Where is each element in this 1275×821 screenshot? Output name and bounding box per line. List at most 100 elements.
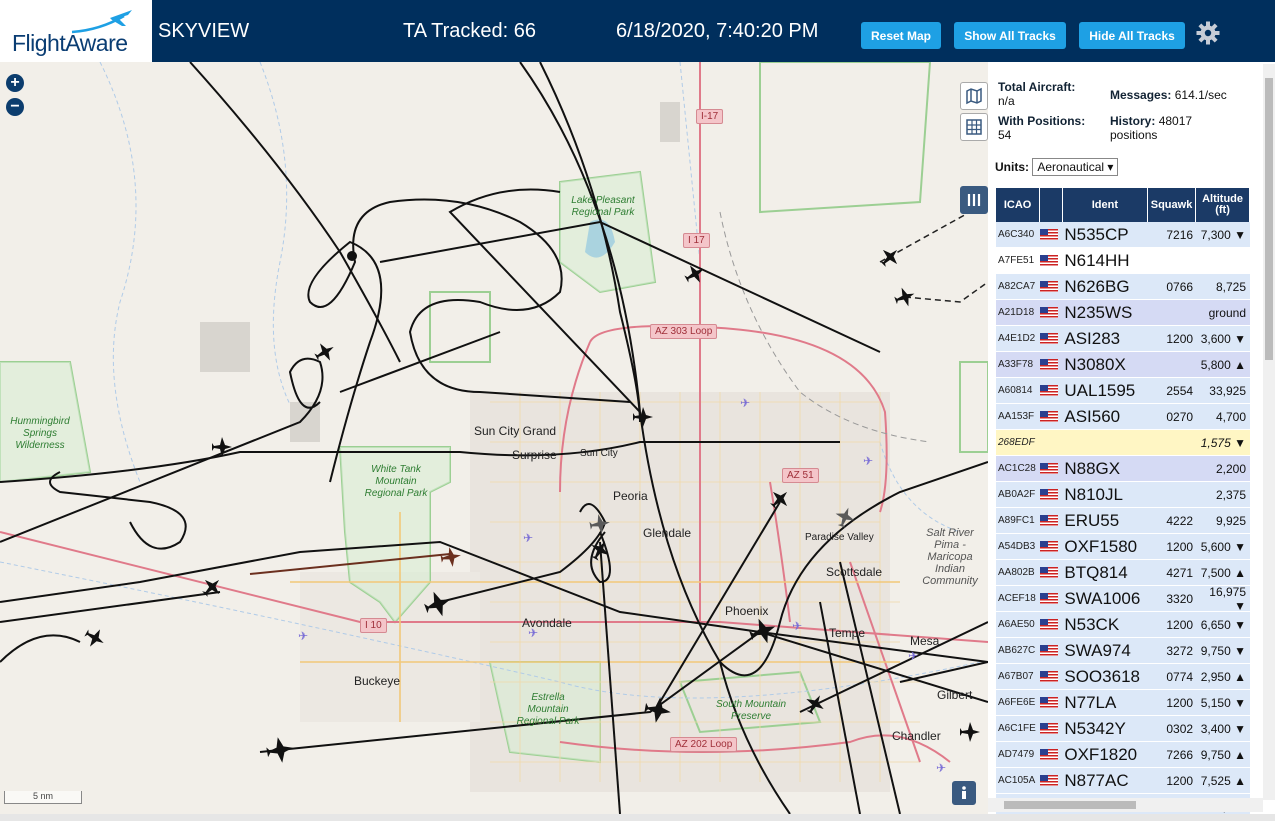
altitude-cell: 9,925 [1215,513,1246,528]
ident-cell: N235WS [1064,302,1133,322]
city-label: Avondale [522,616,572,630]
hide-all-tracks-button[interactable]: Hide All Tracks [1079,22,1185,49]
horizontal-scrollbar[interactable] [988,798,1263,812]
icao-cell: A82CA7 [998,281,1036,292]
icao-cell: A7FE51 [998,255,1035,266]
vertical-scrollbar[interactable] [1263,64,1275,800]
squawk-cell: 4222 [1166,513,1194,528]
ident-cell: N77LA [1064,692,1117,712]
table-row[interactable]: ACEF18 SWA1006 3320 16,975 ▼ [996,585,1250,613]
icao-cell: A67B07 [998,671,1034,682]
altitude-cell: 9,750 ▲ [1200,747,1246,762]
map-view[interactable]: ✈ ✈ ✈ ✈ ✈ ✈ ✈ ✈ + − Sun City Grand Surpr… [0,62,988,814]
park-label: White Tank Mountain Regional Park [364,464,428,499]
col-flag[interactable] [1040,188,1063,222]
flag-cell [1040,723,1061,734]
with-positions-label: With Positions: [998,114,1086,128]
city-label: Tempe [829,626,866,640]
grid-toggle-button[interactable] [960,113,988,141]
city-label: Sun City Grand [474,424,557,438]
icao-cell: AB627C [998,645,1036,656]
table-row[interactable]: A54DB3 OXF1580 1200 5,600 ▼ [996,534,1250,560]
squawk-cell: 2554 [1166,383,1194,398]
table-row[interactable]: 268EDF 1,575 ▼ [996,430,1250,456]
zoom-out-button[interactable]: − [6,98,24,116]
us-flag-icon [1040,385,1059,396]
show-all-tracks-button[interactable]: Show All Tracks [954,22,1066,49]
altitude-cell: 6,650 ▼ [1200,617,1246,632]
city-label: Mesa [910,634,940,648]
table-row[interactable]: A82CA7 N626BG 0766 8,725 [996,274,1250,300]
table-row[interactable]: A6C340 N535CP 7216 7,300 ▼ [996,222,1250,248]
table-header: ICAO Ident Squawk Altitude (ft) [996,188,1251,222]
table-row[interactable]: AB0A2F N810JL 2,375 [996,482,1250,508]
city-label: Chandler [892,729,941,743]
columns-toggle-button[interactable] [960,186,988,214]
table-row[interactable]: A7FE51 N614HH [996,248,1250,274]
table-row[interactable]: A4E1D2 ASI283 1200 3,600 ▼ [996,326,1250,352]
us-flag-icon [1040,541,1059,552]
table-row[interactable]: AB627C SWA974 3272 9,750 ▼ [996,638,1250,664]
squawk-cell: 0766 [1166,279,1194,294]
flag-cell [1040,541,1061,552]
messages-value: 614.1/sec [1174,88,1227,102]
col-ident[interactable]: Ident [1063,188,1149,222]
col-icao[interactable]: ICAO [996,188,1041,222]
map-layers-button[interactable] [960,82,988,110]
info-button[interactable] [952,781,976,805]
flag-cell [1040,671,1061,682]
city-label: Phoenix [725,604,769,618]
table-row[interactable]: AA153F ASI560 0270 4,700 [996,404,1250,430]
icao-cell: A60814 [998,385,1033,396]
table-row[interactable]: A21D18 N235WS ground [996,300,1250,326]
table-row[interactable]: AC1C28 N88GX 2,200 [996,456,1250,482]
zoom-in-button[interactable]: + [6,74,24,92]
table-row[interactable]: A60814 UAL1595 2554 33,925 [996,378,1250,404]
altitude-cell: 7,300 ▼ [1200,227,1246,242]
table-row[interactable]: A6AE50 N53CK 1200 6,650 ▼ [996,612,1250,638]
park-label: Estrella Mountain Regional Park [516,692,580,727]
col-altitude[interactable]: Altitude (ft) [1196,188,1251,222]
table-row[interactable]: AC105A N877AC 1200 7,525 ▲ [996,768,1250,794]
table-row[interactable]: A89FC1 ERU55 4222 9,925 [996,508,1250,534]
scrollbar-thumb[interactable] [1004,801,1136,809]
flag-cell [1040,489,1061,500]
altitude-cell: 3,600 ▼ [1200,331,1246,346]
flag-cell [1040,255,1061,266]
squawk-cell: 0270 [1166,409,1194,424]
city-label: Surprise [512,448,557,462]
ident-cell: SOO3618 [1064,666,1140,686]
gear-icon[interactable] [1196,21,1220,45]
city-label: Paradise Valley [805,532,874,543]
park-label: South Mountain Preserve [715,699,787,722]
reset-map-button[interactable]: Reset Map [861,22,941,49]
squawk-cell: 4271 [1166,565,1194,580]
app-title: SKYVIEW [158,20,250,42]
icao-cell: A6C1FE [998,723,1036,734]
units-select[interactable]: Aeronautical ▾ [1032,158,1119,176]
squawk-cell: 1200 [1166,695,1194,710]
col-squawk[interactable]: Squawk [1148,188,1197,222]
us-flag-icon [1040,411,1059,422]
icao-cell: A4E1D2 [998,333,1036,344]
table-body: A6C340 N535CP 7216 7,300 ▼ A7FE51 N614HH A82CA… [996,222,1250,820]
us-flag-icon [1040,515,1059,526]
table-row[interactable]: AA802B BTQ814 4271 7,500 ▲ [996,560,1250,586]
top-bar: FlightAware SKYVIEW TA Tracked: 66 6/18/… [0,0,1275,62]
table-row[interactable]: A67B07 SOO3618 0774 2,950 ▲ [996,664,1250,690]
scrollbar-thumb[interactable] [1265,78,1273,360]
altitude-cell: 7,525 ▲ [1200,773,1246,788]
table-row[interactable]: A6C1FE N5342Y 0302 3,400 ▼ [996,716,1250,742]
history-label: History: [1110,114,1156,128]
scale-bar: 5 nm [4,791,82,804]
park-label: Salt River Pima - Maricopa Indian Commun… [922,527,978,587]
table-row[interactable]: A6FE6E N77LA 1200 5,150 ▼ [996,690,1250,716]
flightaware-logo[interactable]: FlightAware [0,0,152,62]
flag-cell [1040,697,1061,708]
city-label: Glendale [643,526,692,540]
table-row[interactable]: A33F78 N3080X 5,800 ▲ [996,352,1250,378]
flag-cell [1040,281,1061,292]
table-row[interactable]: AD7479 OXF1820 7266 9,750 ▲ [996,742,1250,768]
road-shield: I 17 [683,233,710,248]
svg-text:✈: ✈ [792,619,802,633]
